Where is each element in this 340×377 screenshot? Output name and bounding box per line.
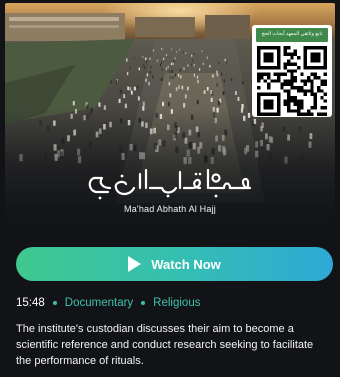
watch-now-label: Watch Now	[151, 256, 221, 272]
watch-now-button[interactable]: Watch Now	[16, 247, 333, 281]
play-icon	[128, 256, 142, 272]
genre-tag[interactable]: Documentary	[65, 297, 133, 309]
qr-code-panel[interactable]: تابع وثائقي المعهد أبحاث الحج	[252, 25, 332, 117]
logo-english: Ma'had Abhath Al Hajj	[124, 204, 216, 214]
logo-arabic	[88, 168, 252, 200]
qr-caption: تابع وثائقي المعهد أبحاث الحج	[256, 28, 328, 42]
separator-dot	[141, 301, 146, 305]
description: The institute's custodian discusses thei…	[16, 323, 314, 367]
genre-tag[interactable]: Religious	[153, 297, 200, 309]
duration: 15:48	[16, 297, 45, 309]
metadata-row: 15:48 Documentary Religious	[16, 297, 200, 309]
title-detail-screen: تابع وثائقي المعهد أبحاث الحج Ma'had Abh…	[0, 0, 340, 377]
qr-code-icon	[257, 46, 327, 116]
separator-dot	[52, 301, 57, 305]
